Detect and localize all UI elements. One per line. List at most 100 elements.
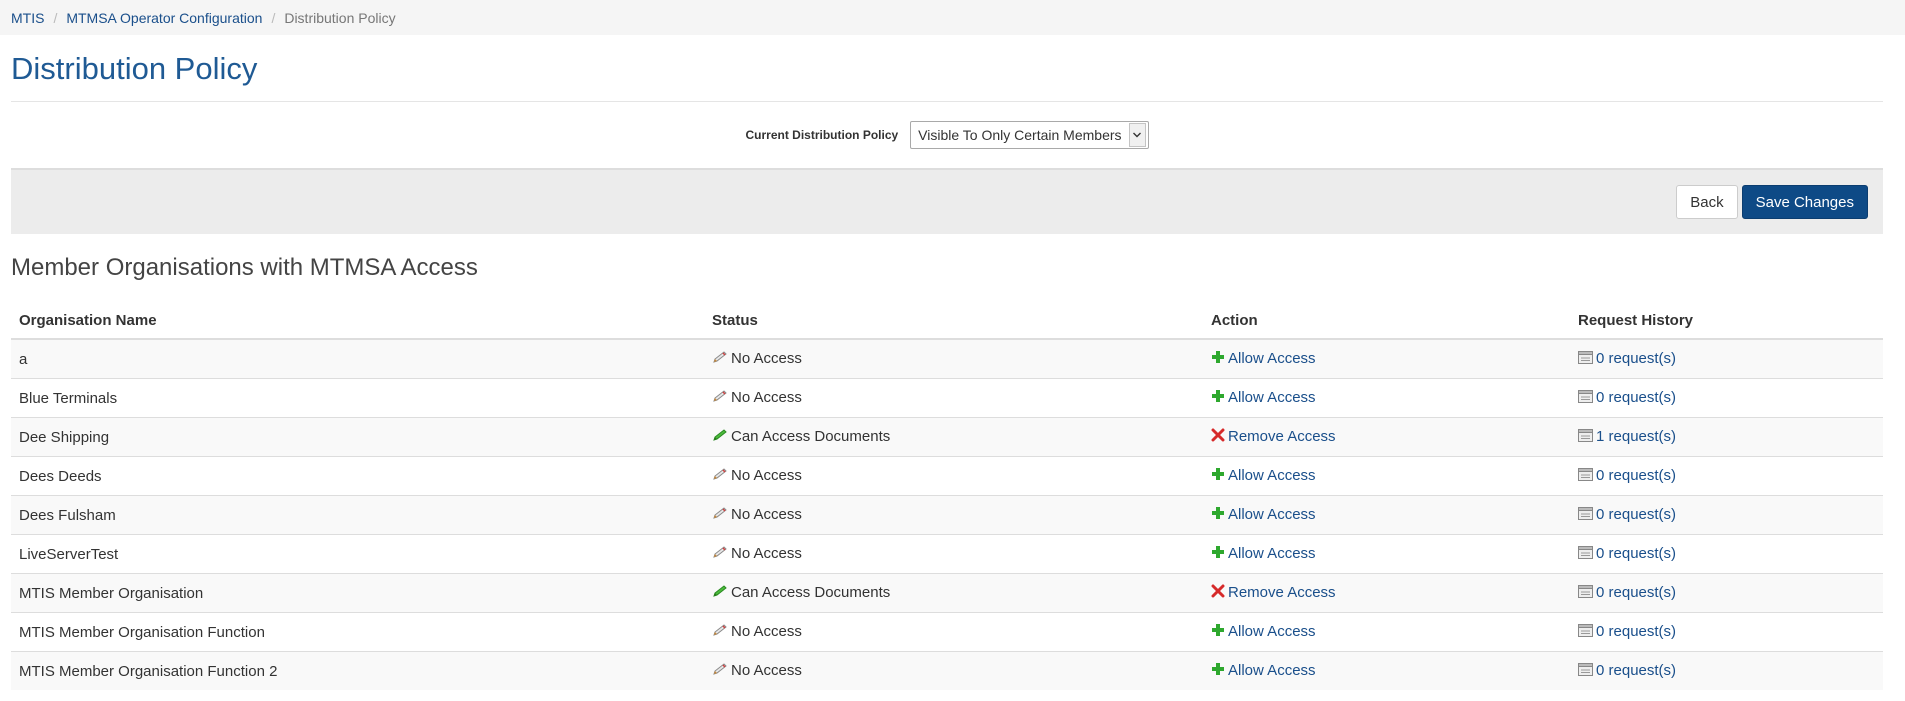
status-text: Can Access Documents [731,583,891,601]
breadcrumb-separator: / [53,9,58,26]
organisation-name: Blue Terminals [19,389,118,407]
table-body: a No Access Allow Access 0 request(s) Blue T… [11,338,1883,690]
table-header-row: Organisation Name Status Action Request … [11,302,1883,340]
allow-access-link[interactable]: Allow Access [1228,350,1316,367]
status-text: No Access [731,661,802,679]
plus-icon [1211,623,1225,641]
request-history-link[interactable]: 0 request(s) [1596,662,1676,679]
table-row: MTIS Member Organisation Can Access Docum… [11,573,1883,613]
pencil-gray-icon [712,623,728,641]
status-cell: No Access [704,612,1203,652]
request-history-link[interactable]: 0 request(s) [1596,350,1676,367]
remove-access-link[interactable]: Remove Access [1228,584,1336,601]
back-button[interactable]: Back [1676,185,1738,219]
status-text: No Access [731,349,802,367]
organisation-name-cell: a [11,338,704,379]
breadcrumb-current: Distribution Policy [284,9,396,26]
status-cell: No Access [704,534,1203,574]
chevron-down-icon[interactable] [1128,123,1146,147]
actions-bar: Back Save Changes [11,169,1883,234]
status-text: No Access [731,622,802,640]
organisation-name: Dee Shipping [19,428,110,446]
header-action: Action [1203,302,1570,340]
request-history-cell: 0 request(s) [1570,612,1883,652]
allow-access-link[interactable]: Allow Access [1228,389,1316,406]
request-history-cell: 0 request(s) [1570,651,1883,690]
request-history-link[interactable]: 1 request(s) [1596,428,1676,445]
document-icon [1578,506,1593,524]
pencil-gray-icon [712,350,728,368]
document-icon [1578,428,1593,446]
request-history-link[interactable]: 0 request(s) [1596,389,1676,406]
action-cell: Remove Access [1203,417,1570,457]
policy-select[interactable]: Visible To Only Certain Members [910,121,1149,149]
plus-icon [1211,350,1225,368]
document-icon [1578,350,1593,368]
section-title: Member Organisations with MTMSA Access [11,254,478,281]
x-icon [1211,584,1225,602]
pencil-gray-icon [712,662,728,680]
breadcrumb-item-operator-config[interactable]: MTMSA Operator Configuration [66,10,262,26]
document-icon [1578,662,1593,680]
status-text: No Access [731,505,802,523]
header-request-history: Request History [1570,302,1883,340]
allow-access-link[interactable]: Allow Access [1228,467,1316,484]
table-row: Dee Shipping Can Access Documents Remove A… [11,417,1883,457]
request-history-link[interactable]: 0 request(s) [1596,584,1676,601]
organisation-name: LiveServerTest [19,545,119,563]
policy-row: Current Distribution Policy Visible To O… [11,102,1883,169]
action-cell: Allow Access [1203,651,1570,690]
breadcrumb-separator: / [271,9,276,26]
request-history-link[interactable]: 0 request(s) [1596,506,1676,523]
header-status: Status [704,302,1203,340]
organisation-name: MTIS Member Organisation Function [19,623,265,641]
organisation-name-cell: MTIS Member Organisation Function 2 [11,651,704,690]
organisation-name-cell: LiveServerTest [11,534,704,574]
status-cell: Can Access Documents [704,417,1203,457]
remove-access-link[interactable]: Remove Access [1228,428,1336,445]
organisation-name: a [19,350,28,368]
allow-access-link[interactable]: Allow Access [1228,545,1316,562]
table-row: MTIS Member Organisation Function No Acce… [11,612,1883,652]
request-history-cell: 0 request(s) [1570,338,1883,379]
status-text: Can Access Documents [731,427,891,445]
table-row: Dees Deeds No Access Allow Access 0 request… [11,456,1883,496]
request-history-cell: 1 request(s) [1570,417,1883,457]
save-changes-button[interactable]: Save Changes [1741,185,1868,219]
document-icon [1578,623,1593,641]
request-history-link[interactable]: 0 request(s) [1596,545,1676,562]
table-row: a No Access Allow Access 0 request(s) [11,338,1883,379]
member-table: Organisation Name Status Action Request … [11,302,1883,690]
status-cell: Can Access Documents [704,573,1203,613]
request-history-cell: 0 request(s) [1570,456,1883,496]
x-icon [1211,428,1225,446]
allow-access-link[interactable]: Allow Access [1228,506,1316,523]
breadcrumb-item-mtis[interactable]: MTIS [11,10,44,26]
header-organisation-name: Organisation Name [11,302,704,340]
pencil-green-icon [712,428,728,446]
document-icon [1578,545,1593,563]
action-cell: Allow Access [1203,338,1570,379]
allow-access-link[interactable]: Allow Access [1228,623,1316,640]
document-icon [1578,389,1593,407]
allow-access-link[interactable]: Allow Access [1228,662,1316,679]
plus-icon [1211,467,1225,485]
status-text: No Access [731,466,802,484]
pencil-gray-icon [712,389,728,407]
status-cell: No Access [704,651,1203,690]
pencil-green-icon [712,584,728,602]
plus-icon [1211,506,1225,524]
plus-icon [1211,545,1225,563]
status-text: No Access [731,388,802,406]
action-cell: Allow Access [1203,378,1570,418]
main-container: Distribution Policy Current Distribution… [0,35,1905,690]
policy-select-value: Visible To Only Certain Members [918,127,1122,143]
breadcrumb: MTIS / MTMSA Operator Configuration / Di… [0,0,1905,35]
organisation-name: Dees Fulsham [19,506,116,524]
organisation-name-cell: Dees Deeds [11,456,704,496]
action-cell: Allow Access [1203,612,1570,652]
request-history-link[interactable]: 0 request(s) [1596,467,1676,484]
request-history-link[interactable]: 0 request(s) [1596,623,1676,640]
request-history-cell: 0 request(s) [1570,495,1883,535]
organisation-name: MTIS Member Organisation [19,584,204,602]
